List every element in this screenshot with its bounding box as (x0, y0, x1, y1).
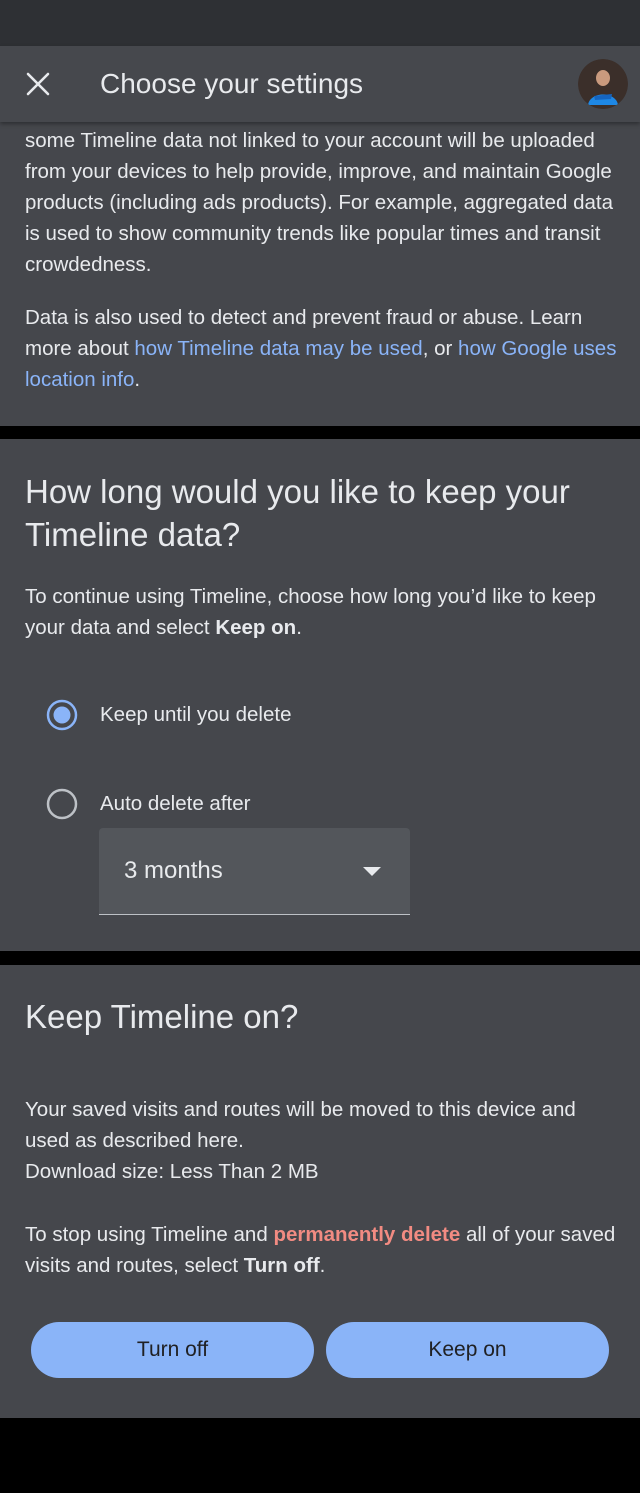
selected-period: 3 months (124, 857, 223, 884)
retention-desc-text: To continue using Timeline, choose how l… (25, 585, 596, 639)
app-bar: Choose your settings (0, 46, 640, 122)
stop-end: . (319, 1254, 326, 1277)
keep-timeline-heading: Keep Timeline on? (25, 998, 299, 1035)
auto-delete-label: Auto delete after (100, 792, 251, 815)
turn-off-bold: Turn off (243, 1254, 320, 1277)
learn-more-paragraph: Data is also used to detect and prevent … (25, 302, 617, 395)
retention-heading: How long would you like to keep your Tim… (25, 473, 570, 553)
usage-paragraph: some Timeline data not linked to your ac… (25, 129, 614, 276)
usage-info-section: some Timeline data not linked to your ac… (0, 122, 640, 426)
keep-until-delete-label: Keep until you delete (100, 703, 292, 726)
retention-desc-bold: Keep on (215, 616, 297, 639)
page-title: Choose your settings (100, 68, 364, 99)
retention-description: To continue using Timeline, choose how l… (25, 581, 617, 643)
avatar-image (578, 59, 628, 109)
turn-off-button[interactable]: Turn off (31, 1322, 314, 1378)
retention-section: How long would you like to keep your Tim… (0, 439, 640, 951)
keep-timeline-section: Keep Timeline on? Your saved visits and … (0, 965, 640, 1418)
learn-more-end: . (134, 368, 141, 391)
auto-delete-option[interactable]: Auto delete after (40, 780, 250, 828)
close-button[interactable] (14, 60, 62, 108)
avatar[interactable] (578, 59, 628, 109)
learn-more-mid: , or (422, 337, 459, 360)
auto-delete-period-select[interactable]: 3 months (99, 828, 410, 915)
timeline-data-link[interactable]: how Timeline data may be used (134, 337, 422, 360)
radio-unselected-icon[interactable] (40, 782, 84, 826)
download-size-text: Download size: Less Than 2 MB (25, 1160, 319, 1183)
radio-selected-icon[interactable] (40, 693, 84, 737)
keep-until-delete-option[interactable]: Keep until you delete (40, 691, 291, 739)
keep-on-button[interactable]: Keep on (326, 1322, 609, 1378)
retention-desc-end: . (296, 616, 302, 639)
permanently-delete-text: permanently delete (273, 1223, 461, 1246)
status-bar (0, 0, 640, 46)
moved-to-device-text: Your saved visits and routes will be mov… (25, 1098, 576, 1152)
close-icon (26, 72, 50, 96)
dropdown-arrow-icon (363, 867, 381, 876)
stop-text-1: To stop using Timeline and (25, 1223, 274, 1246)
stop-timeline-paragraph: To stop using Timeline and permanently d… (25, 1219, 617, 1281)
